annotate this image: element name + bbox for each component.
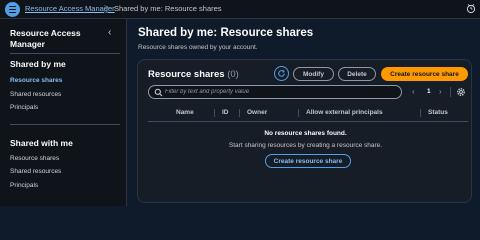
filter-input[interactable]	[165, 86, 395, 98]
page-description: Resource shares owned by your account.	[138, 44, 258, 51]
column-divider	[239, 109, 240, 117]
column-divider	[298, 109, 299, 117]
refresh-button[interactable]	[274, 66, 289, 81]
pager-divider	[450, 87, 451, 97]
nav-divider	[10, 53, 120, 54]
sidebar-item-shared-by-me-resource-shares[interactable]: Resource shares	[10, 77, 62, 84]
search-icon	[154, 88, 163, 97]
empty-state-create-button[interactable]: Create resource share	[265, 154, 351, 168]
column-divider	[214, 109, 215, 117]
nav-section-shared-by-me: Shared by me	[10, 59, 66, 69]
sidebar-item-shared-by-me-shared-resources[interactable]: Shared resources	[10, 91, 61, 98]
top-navigation-bar: Resource Access Manager > Shared by me: …	[0, 0, 480, 19]
table-title: Resource shares (0)	[148, 69, 239, 80]
previous-page-icon[interactable]: ‹	[412, 87, 415, 96]
empty-state-description: Start sharing resources by creating a re…	[228, 142, 383, 149]
breadcrumb-separator: >	[104, 3, 109, 12]
side-navigation: Resource Access Manager ‹ Shared by me R…	[0, 19, 127, 206]
next-page-icon[interactable]: ›	[439, 87, 442, 96]
hamburger-icon[interactable]	[5, 2, 20, 17]
gear-icon[interactable]	[456, 87, 466, 97]
nav-divider	[10, 124, 120, 125]
create-resource-share-button[interactable]: Create resource share	[381, 67, 468, 81]
table-title-text: Resource shares	[148, 69, 225, 80]
sidebar-item-shared-with-me-resource-shares[interactable]: Resource shares	[10, 155, 59, 162]
current-page-number[interactable]: 1	[427, 88, 431, 95]
modify-button[interactable]: Modify	[293, 67, 334, 81]
column-divider	[420, 109, 421, 117]
sidebar-item-shared-with-me-principals[interactable]: Principals	[10, 182, 38, 189]
sidebar-item-shared-with-me-shared-resources[interactable]: Shared resources	[10, 168, 61, 175]
filter-field[interactable]	[148, 85, 402, 99]
column-header-name[interactable]: Name	[176, 109, 194, 116]
column-header-status[interactable]: Status	[428, 109, 448, 116]
breadcrumb-current: Shared by me: Resource shares	[114, 4, 222, 13]
alarm-icon[interactable]	[466, 3, 476, 14]
column-header-id[interactable]: ID	[222, 109, 229, 116]
sidebar-item-shared-by-me-principals[interactable]: Principals	[10, 104, 38, 111]
breadcrumb-root-link[interactable]: Resource Access Manager	[25, 4, 115, 13]
table-count: (0)	[227, 69, 239, 80]
column-header-owner[interactable]: Owner	[247, 109, 267, 116]
column-header-allow-external-principals[interactable]: Allow external principals	[306, 109, 383, 116]
delete-button[interactable]: Delete	[338, 67, 376, 81]
table-header-divider	[148, 121, 468, 122]
empty-state-title: No resource shares found.	[264, 130, 347, 137]
resource-shares-table-container: Resource shares (0) Modify Delete Create…	[137, 59, 472, 203]
refresh-icon	[278, 69, 285, 77]
nav-title[interactable]: Resource Access Manager	[10, 28, 110, 50]
page-title: Shared by me: Resource shares	[138, 27, 314, 39]
nav-section-shared-with-me: Shared with me	[10, 138, 73, 148]
close-navigation-icon[interactable]: ‹	[108, 27, 111, 38]
